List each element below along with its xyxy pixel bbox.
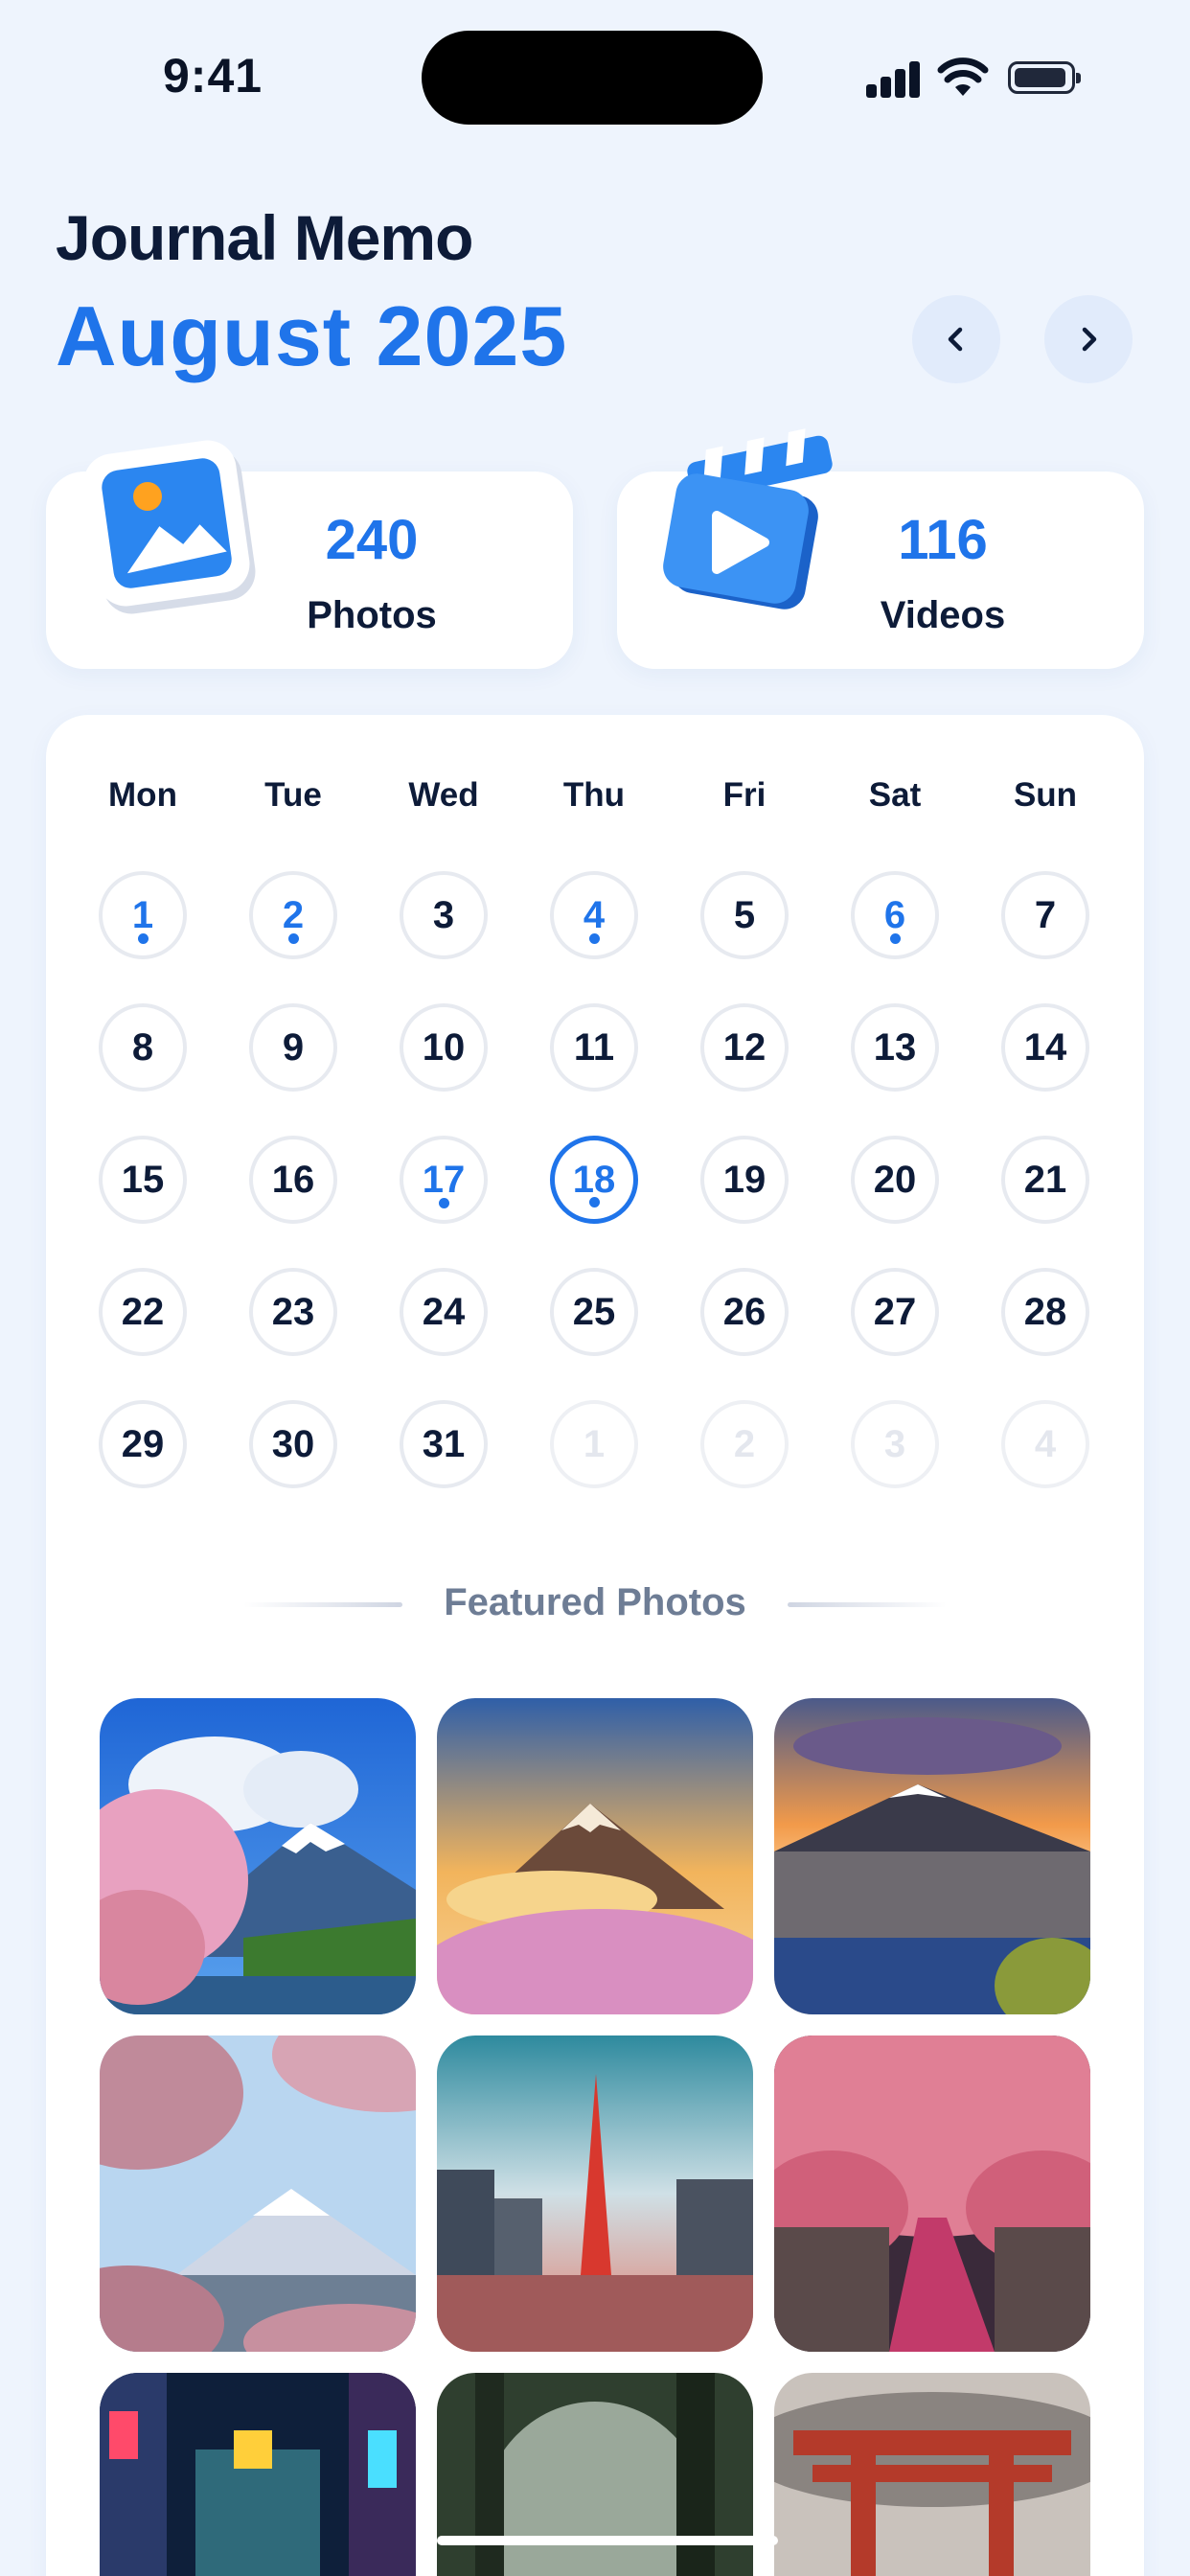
videos-label: Videos	[880, 594, 1006, 636]
featured-photo[interactable]	[100, 2036, 416, 2352]
calendar-day[interactable]: 26	[700, 1268, 789, 1356]
calendar-day[interactable]: 2	[249, 871, 337, 959]
calendar-day[interactable]: 7	[1001, 871, 1089, 959]
calendar-day[interactable]: 6	[851, 871, 939, 959]
calendar-day[interactable]: 4	[550, 871, 638, 959]
featured-photo[interactable]	[437, 2036, 753, 2352]
cellular-signal-icon	[866, 61, 922, 98]
dynamic-island	[422, 31, 763, 125]
month-title: August 2025	[56, 288, 568, 383]
scroll-indicator	[437, 2536, 778, 2545]
weekday-label: Fri	[722, 776, 767, 814]
chevron-left-icon	[948, 327, 963, 352]
featured-photo[interactable]	[437, 1698, 753, 2014]
weekday-label: Sat	[868, 776, 922, 814]
calendar-day[interactable]: 18	[550, 1136, 638, 1224]
videos-count: 116	[898, 509, 988, 571]
featured-photos-title: Featured Photos	[444, 1581, 746, 1623]
calendar-day[interactable]: 15	[99, 1136, 187, 1224]
calendar-day[interactable]: 10	[400, 1003, 488, 1092]
app-title: Journal Memo	[56, 202, 473, 273]
chevron-right-icon	[1082, 327, 1097, 352]
calendar-day[interactable]: 20	[851, 1136, 939, 1224]
divider-right	[788, 1602, 947, 1607]
calendar-day[interactable]: 5	[700, 871, 789, 959]
calendar-day[interactable]: 24	[400, 1268, 488, 1356]
calendar-day[interactable]: 3	[400, 871, 488, 959]
status-bar: 9:41	[0, 0, 1190, 144]
calendar-day-outside: 3	[851, 1400, 939, 1488]
weekday-label: Thu	[562, 776, 626, 814]
calendar-day[interactable]: 29	[99, 1400, 187, 1488]
calendar-day[interactable]: 28	[1001, 1268, 1089, 1356]
calendar-day[interactable]: 25	[550, 1268, 638, 1356]
calendar-day[interactable]: 9	[249, 1003, 337, 1092]
calendar-day[interactable]: 8	[99, 1003, 187, 1092]
calendar-day-outside: 1	[550, 1400, 638, 1488]
video-clapper-icon	[663, 428, 833, 610]
calendar-day[interactable]: 21	[1001, 1136, 1089, 1224]
weekday-label: Wed	[408, 776, 479, 814]
calendar-day[interactable]: 17	[400, 1136, 488, 1224]
calendar-day[interactable]: 22	[99, 1268, 187, 1356]
weekday-label: Sun	[1013, 776, 1078, 814]
status-time: 9:41	[163, 49, 263, 103]
calendar-day[interactable]: 30	[249, 1400, 337, 1488]
calendar-day[interactable]: 27	[851, 1268, 939, 1356]
featured-photo[interactable]	[100, 1698, 416, 2014]
calendar-day-outside: 2	[700, 1400, 789, 1488]
wifi-icon	[937, 58, 989, 96]
featured-photo[interactable]	[774, 2036, 1090, 2352]
featured-photo[interactable]	[437, 2373, 753, 2576]
featured-photo[interactable]	[774, 1698, 1090, 2014]
calendar-day[interactable]: 14	[1001, 1003, 1089, 1092]
photos-count: 240	[325, 509, 419, 571]
weekday-label: Mon	[108, 776, 177, 814]
calendar-day[interactable]: 16	[249, 1136, 337, 1224]
photo-icon	[83, 440, 256, 614]
calendar-day[interactable]: 23	[249, 1268, 337, 1356]
prev-month-button[interactable]	[912, 295, 1000, 383]
calendar-day[interactable]: 19	[700, 1136, 789, 1224]
calendar-day[interactable]: 11	[550, 1003, 638, 1092]
calendar-day-outside: 4	[1001, 1400, 1089, 1488]
weekday-label: Tue	[264, 776, 322, 814]
next-month-button[interactable]	[1044, 295, 1133, 383]
photos-label: Photos	[307, 594, 437, 636]
calendar-day[interactable]: 1	[99, 871, 187, 959]
featured-photo[interactable]	[774, 2373, 1090, 2576]
calendar-day[interactable]: 13	[851, 1003, 939, 1092]
calendar-day[interactable]: 12	[700, 1003, 789, 1092]
featured-photo[interactable]	[100, 2373, 416, 2576]
calendar-day[interactable]: 31	[400, 1400, 488, 1488]
battery-icon	[1008, 61, 1081, 94]
